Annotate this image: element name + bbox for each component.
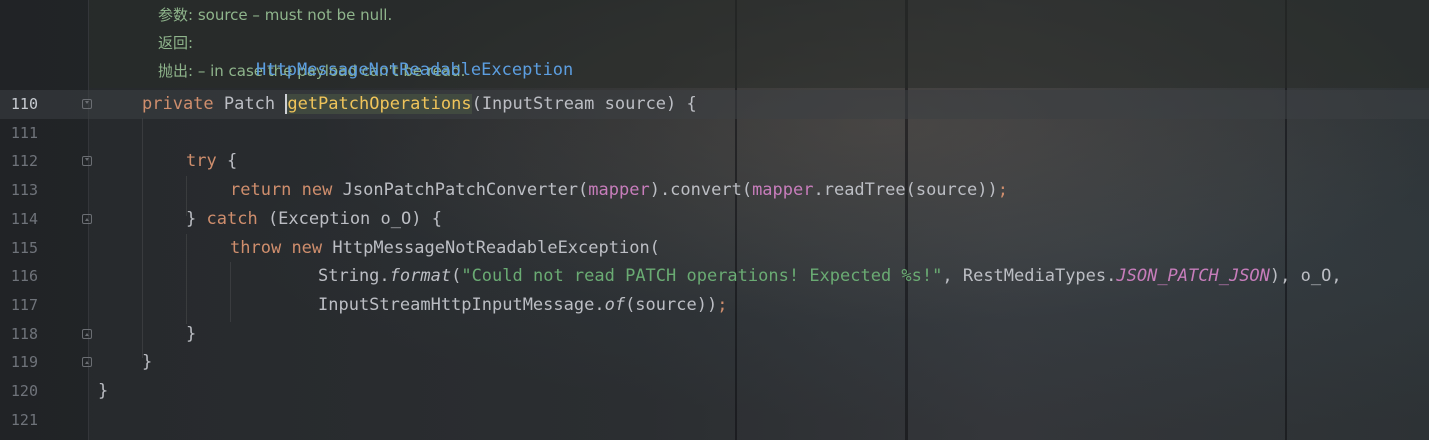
field-reference: mapper — [752, 180, 814, 200]
brace[interactable]: } — [98, 377, 108, 406]
code-line-119[interactable]: 119 } — [0, 348, 1429, 377]
line-number[interactable]: 115 — [0, 234, 38, 263]
line-number[interactable]: 111 — [0, 119, 38, 148]
javadoc-returns-label: 返回: — [158, 34, 194, 52]
javadoc-throws-class-link[interactable]: HttpMessageNotReadableException — [256, 60, 573, 80]
fold-end-icon[interactable] — [82, 329, 92, 339]
brace[interactable]: } — [186, 320, 196, 349]
line-number[interactable]: 113 — [0, 176, 38, 205]
semicolon: ; — [997, 180, 1008, 200]
keyword: new — [301, 180, 333, 200]
static-method: of — [604, 295, 626, 315]
code-text[interactable]: return new JsonPatchPatchConverter(mappe… — [230, 176, 1008, 205]
code-line-121[interactable]: 121 — [0, 406, 1429, 435]
fold-collapse-icon[interactable] — [82, 156, 92, 166]
code-line-114[interactable]: 114 } catch (Exception o_O) { — [0, 205, 1429, 234]
line-number[interactable]: 118 — [0, 320, 38, 349]
string-literal: "Could not read PATCH operations! Expect… — [461, 266, 943, 286]
code-text[interactable]: } catch (Exception o_O) { — [186, 205, 442, 234]
javadoc-params: 参数: source – must not be null. — [158, 4, 392, 25]
brace: { — [226, 151, 238, 171]
fold-end-icon[interactable] — [82, 357, 92, 367]
args-tail: (source)) — [625, 295, 718, 315]
code-line-116[interactable]: 116 String.format("Could not read PATCH … — [0, 262, 1429, 291]
class-name: , RestMediaTypes. — [942, 266, 1117, 286]
code-line-118[interactable]: 118 } — [0, 320, 1429, 349]
line-number[interactable]: 119 — [0, 348, 38, 377]
brace[interactable]: } — [142, 348, 152, 377]
class-name: HttpMessageNotReadableException( — [332, 238, 660, 258]
static-method: format — [389, 266, 452, 286]
keyword: private — [142, 94, 214, 114]
javadoc-params-text: source – must not be null. — [197, 6, 393, 24]
javadoc-returns: 返回: — [158, 32, 193, 53]
line-number[interactable]: 116 — [0, 262, 38, 291]
fold-end-icon[interactable] — [82, 214, 92, 224]
code-text[interactable]: String.format("Could not read PATCH oper… — [318, 262, 1342, 291]
line-number[interactable]: 120 — [0, 377, 38, 406]
args-tail: ), o_O, — [1269, 266, 1342, 286]
code-line-113[interactable]: 113 return new JsonPatchPatchConverter(m… — [0, 176, 1429, 205]
javadoc-throws: 抛出: HttpMessageNotReadableException – in… — [158, 60, 573, 81]
field-reference: mapper — [588, 180, 650, 200]
fold-collapse-icon[interactable] — [82, 99, 92, 109]
class-name: String. — [318, 266, 390, 286]
line-number[interactable]: 121 — [0, 406, 38, 435]
keyword: new — [291, 238, 323, 258]
keyword: return — [230, 180, 292, 200]
semicolon: ; — [717, 295, 728, 315]
method-call: ).convert( — [649, 180, 753, 200]
class-name: JsonPatchPatchConverter( — [342, 180, 589, 200]
catch-params: (Exception o_O) { — [267, 209, 442, 229]
class-name: InputStreamHttpInputMessage. — [318, 295, 605, 315]
javadoc-throws-label: 抛出: — [158, 62, 194, 80]
type-name: Patch — [223, 94, 276, 114]
code-text[interactable]: InputStreamHttpInputMessage.of(source)); — [318, 291, 727, 320]
method-call: .readTree(source)) — [813, 180, 998, 200]
code-line-115[interactable]: 115 throw new HttpMessageNotReadableExce… — [0, 234, 1429, 263]
code-text[interactable]: private Patch getPatchOperations(InputSt… — [142, 90, 697, 119]
code-line-120[interactable]: 120 } — [0, 377, 1429, 406]
method-params: (InputStream source) { — [471, 94, 697, 114]
code-line-111[interactable]: 111 — [0, 119, 1429, 148]
keyword: try — [186, 151, 217, 171]
code-text[interactable]: throw new HttpMessageNotReadableExceptio… — [230, 234, 660, 263]
keyword: throw — [230, 238, 282, 258]
code-line-110[interactable]: 110 private Patch getPatchOperations(Inp… — [0, 90, 1429, 119]
code-text[interactable]: try { — [186, 147, 237, 176]
code-line-112[interactable]: 112 try { — [0, 147, 1429, 176]
line-number[interactable]: 114 — [0, 205, 38, 234]
brace: } — [186, 209, 197, 229]
line-number[interactable]: 110 — [0, 90, 38, 119]
code-line-117[interactable]: 117 InputStreamHttpInputMessage.of(sourc… — [0, 291, 1429, 320]
keyword: catch — [206, 209, 258, 229]
method-declaration[interactable]: getPatchOperations — [287, 94, 472, 114]
static-constant: JSON_PATCH_JSON — [1116, 266, 1270, 286]
javadoc-params-label: 参数: — [158, 6, 194, 24]
line-number[interactable]: 112 — [0, 147, 38, 176]
paren: ( — [451, 266, 462, 286]
line-number[interactable]: 117 — [0, 291, 38, 320]
